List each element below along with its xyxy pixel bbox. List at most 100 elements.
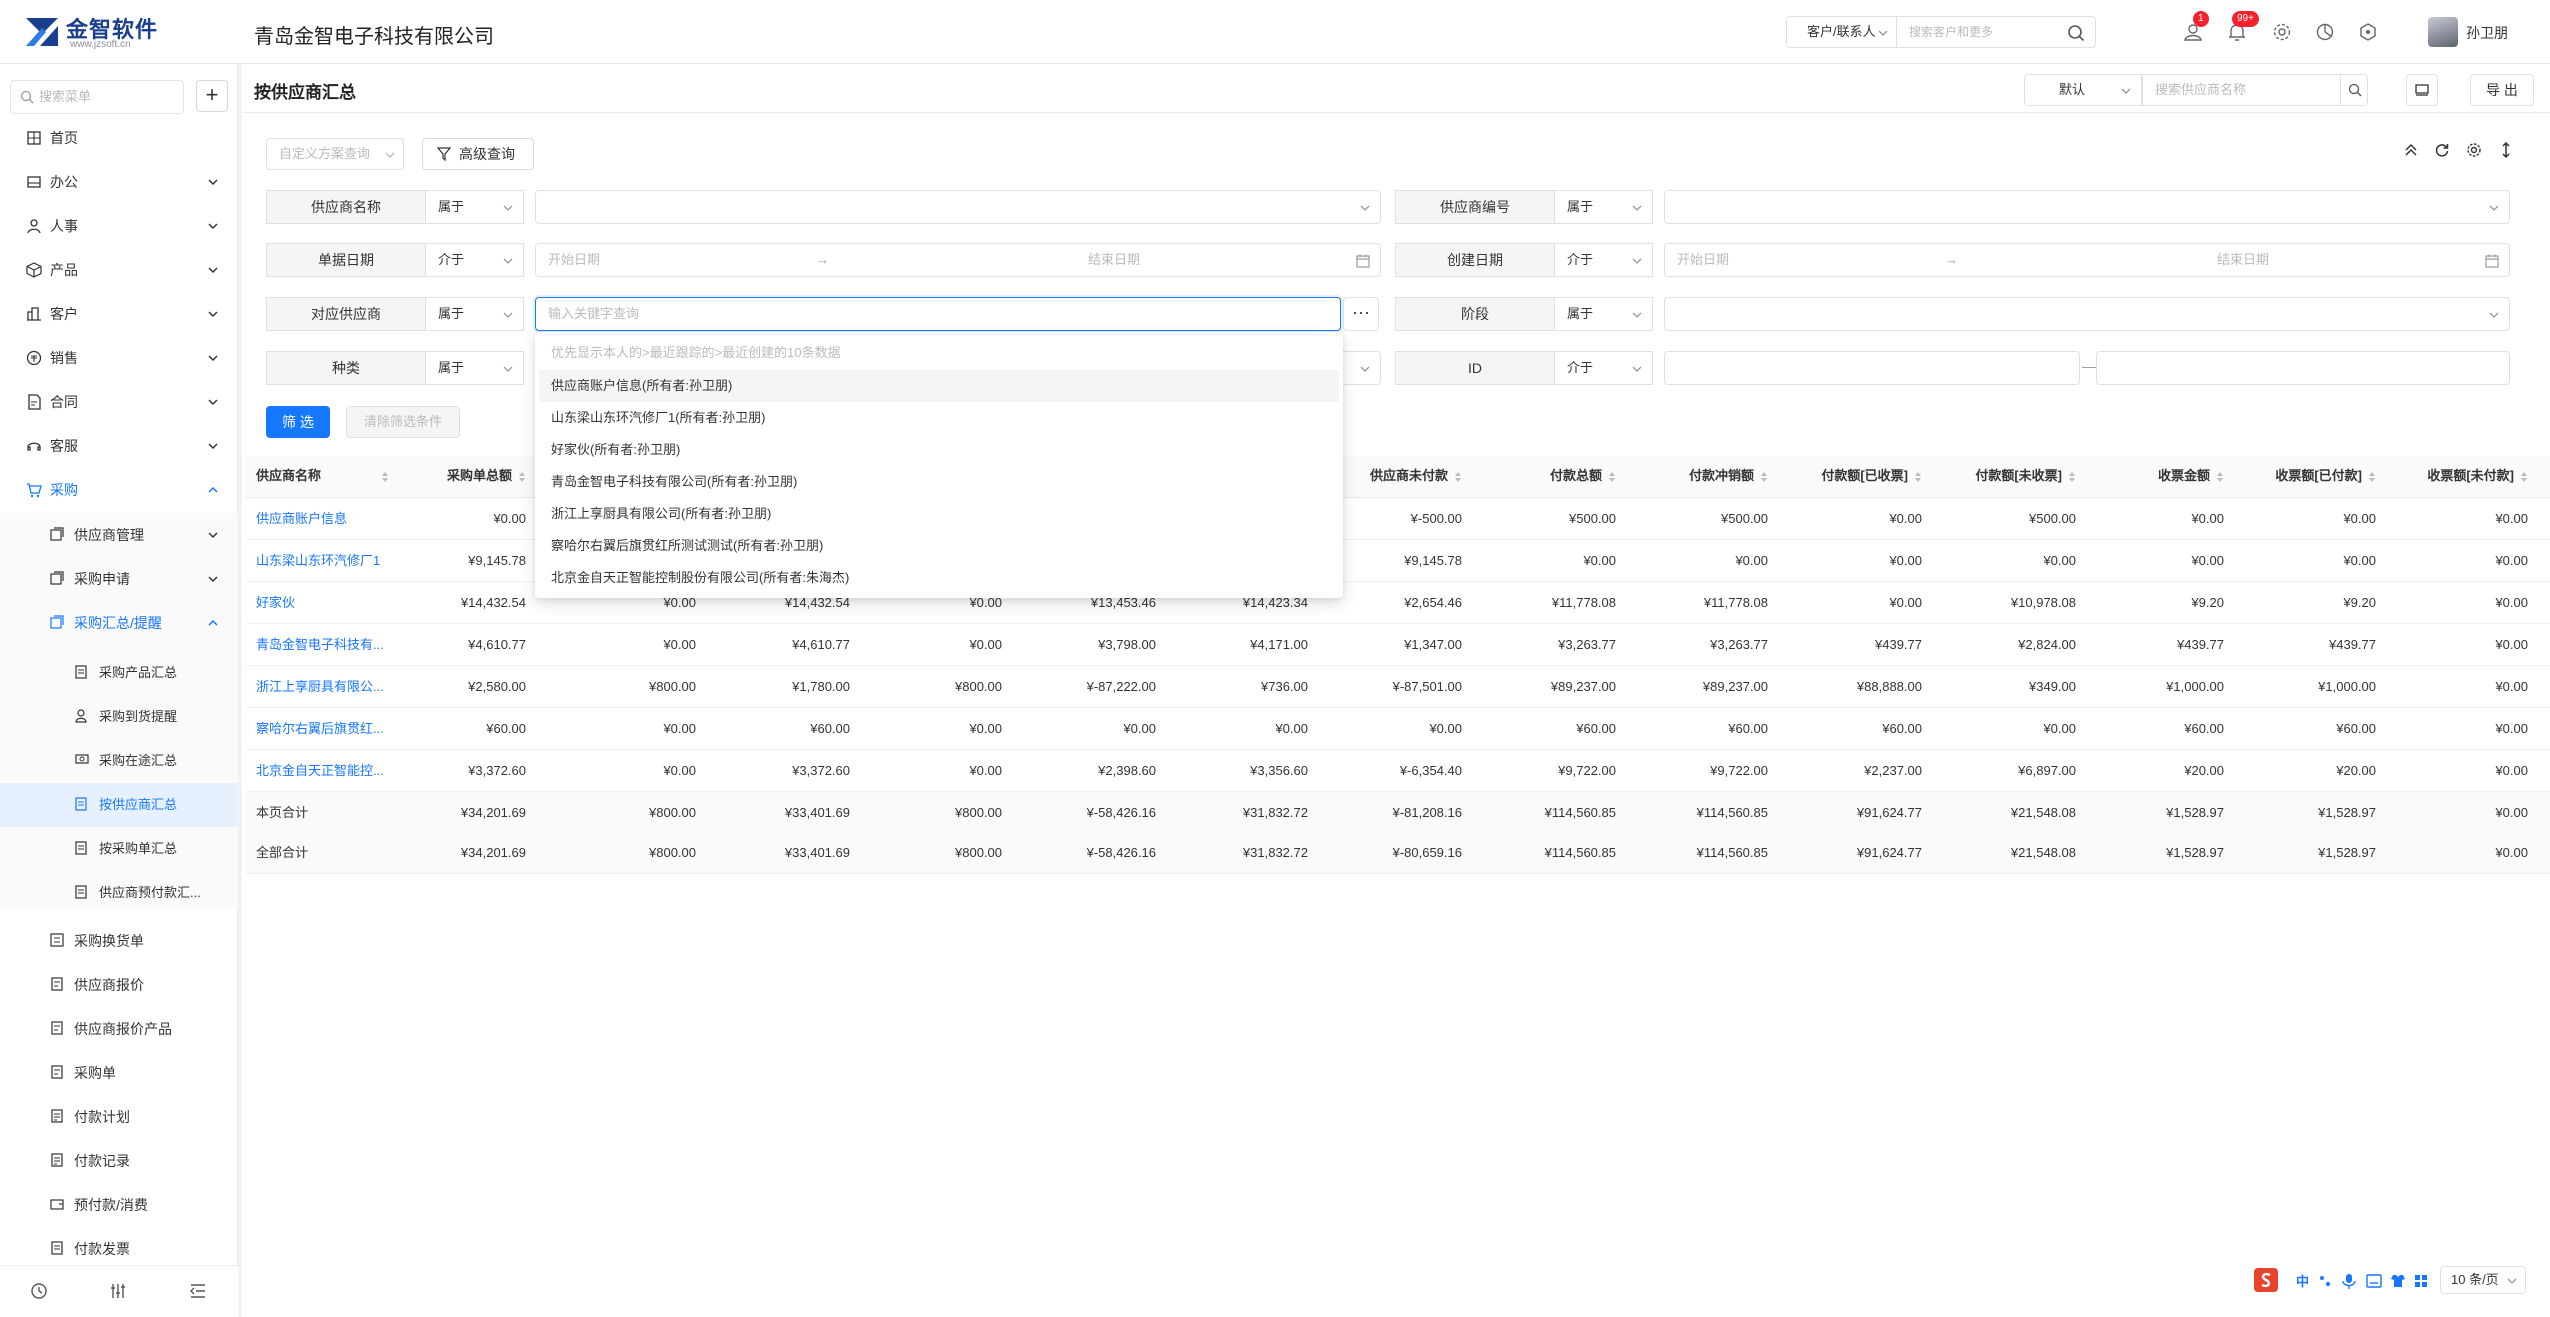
column-header[interactable]: 付款冲销额	[1624, 456, 1776, 496]
sort-icon[interactable]	[2520, 471, 2528, 483]
sidebar-item-supplier-mgmt[interactable]: 供应商管理	[0, 513, 238, 557]
sliders-icon[interactable]	[109, 1282, 127, 1300]
filter-value-supplier-code[interactable]	[1664, 190, 2510, 224]
page-size-select[interactable]: 10 条/页	[2440, 1266, 2526, 1294]
filter-value-supplier-name[interactable]	[535, 190, 1381, 224]
id-max-input[interactable]	[2096, 351, 2510, 385]
sidebar-item-supplier-quote[interactable]: 供应商报价	[0, 963, 238, 1007]
sidebar-item-arrival-reminder[interactable]: 采购到货提醒	[0, 695, 238, 739]
sidebar-item-purchase-request[interactable]: 采购申请	[0, 557, 238, 601]
filter-op-stage[interactable]: 属于	[1555, 297, 1653, 331]
dropdown-option[interactable]: 北京金自天正智能控制股份有限公司(所有者:朱海杰)	[539, 562, 1339, 594]
id-min-input[interactable]	[1664, 351, 2080, 385]
sidebar-item-payment-invoice[interactable]: 付款发票	[0, 1227, 238, 1265]
refresh-icon[interactable]	[2434, 142, 2450, 158]
sidebar-item-prepayment-summary[interactable]: 供应商预付款汇...	[0, 871, 238, 915]
supplier-link[interactable]: 青岛金智电子科技有...	[256, 624, 406, 666]
filter-value-stage[interactable]	[1664, 297, 2510, 331]
sidebar-item-purchase-summary[interactable]: 采购汇总/提醒	[0, 601, 238, 645]
sidebar-item-by-supplier[interactable]: 按供应商汇总	[0, 783, 238, 827]
ime-toolbar[interactable]: 中	[2254, 1266, 2434, 1296]
chart-pie-icon[interactable]	[2315, 22, 2335, 42]
sort-icon[interactable]	[381, 471, 389, 483]
supplier-search-button[interactable]	[2340, 74, 2368, 106]
sidebar-item-product-summary[interactable]: 采购产品汇总	[0, 651, 238, 695]
filter-button[interactable]: 筛 选	[266, 406, 330, 438]
logo[interactable]: 金智软件 www.jzsoft.cn	[22, 12, 172, 52]
dropdown-option[interactable]: 供应商账户信息(所有者:孙卫朋)	[539, 370, 1339, 402]
add-button[interactable]: +	[196, 80, 228, 112]
sidebar-item-hr[interactable]: 人事	[0, 204, 238, 248]
table-row[interactable]: 浙江上享厨具有限公... ¥2,580.00 ¥800.00 ¥1,780.00 ¥80…	[246, 666, 2550, 708]
sidebar-item-quote-product[interactable]: 供应商报价产品	[0, 1007, 238, 1051]
dropdown-option[interactable]: 察哈尔右翼后旗贯红所测试测试(所有者:孙卫朋)	[539, 530, 1339, 562]
sidebar-item-sales[interactable]: 销售	[0, 336, 238, 380]
sidebar-item-product[interactable]: 产品	[0, 248, 238, 292]
clear-filter-button[interactable]: 清除筛选条件	[346, 406, 460, 438]
sidebar-item-contract[interactable]: 合同	[0, 380, 238, 424]
menu-search-input[interactable]: 搜索菜单	[10, 80, 184, 114]
supplier-search-input[interactable]: 搜索供应商名称	[2142, 74, 2340, 106]
sort-icon[interactable]	[1914, 471, 1922, 483]
sort-icon[interactable]	[2368, 471, 2376, 483]
table-row[interactable]: 北京金自天正智能控... ¥3,372.60 ¥0.00 ¥3,372.60 ¥0.00…	[246, 750, 2550, 792]
sidebar-item-purchase-order[interactable]: 采购单	[0, 1051, 238, 1095]
column-header[interactable]: 付款总额	[1470, 456, 1624, 496]
table-row[interactable]: 青岛金智电子科技有... ¥4,610.77 ¥0.00 ¥4,610.77 ¥0.00…	[246, 624, 2550, 666]
sort-icon[interactable]	[1608, 471, 1616, 483]
advanced-query-button[interactable]: 高级查询	[422, 138, 534, 170]
collapse-menu-icon[interactable]	[189, 1282, 207, 1300]
supplier-link[interactable]: 北京金自天正智能控...	[256, 750, 406, 792]
contact-type-select[interactable]: 客户/联系人	[1786, 16, 1896, 48]
sort-icon[interactable]	[1760, 471, 1768, 483]
column-header[interactable]: 收票额[未付款]	[2384, 456, 2536, 496]
sidebar-item-home[interactable]: 首页	[0, 116, 238, 160]
filter-value-create-date[interactable]: 开始日期 → 结束日期	[1664, 243, 2510, 277]
filter-op-doc-date[interactable]: 介于	[426, 243, 524, 277]
sidebar-item-by-order[interactable]: 按采购单汇总	[0, 827, 238, 871]
table-row[interactable]: 察哈尔右翼后旗贯红... ¥60.00 ¥0.00 ¥60.00 ¥0.00 ¥0.00 ¥…	[246, 708, 2550, 750]
start-date-placeholder[interactable]: 开始日期	[548, 252, 600, 267]
custom-plan-select[interactable]: 自定义方案查询	[266, 138, 404, 170]
sidebar-item-in-transit[interactable]: 采购在途汇总	[0, 739, 238, 783]
start-date-placeholder[interactable]: 开始日期	[1677, 252, 1729, 267]
more-options-button[interactable]: ···	[1343, 297, 1379, 331]
settings-icon[interactable]	[2466, 142, 2482, 158]
layout-toggle-button[interactable]	[2406, 74, 2438, 106]
dropdown-option[interactable]: 好家伙(所有者:孙卫朋)	[539, 434, 1339, 466]
column-header[interactable]: 付款额[未收票]	[1930, 456, 2084, 496]
dropdown-option[interactable]: 青岛金智电子科技有限公司(所有者:孙卫朋)	[539, 466, 1339, 498]
history-icon[interactable]	[30, 1282, 48, 1300]
export-button[interactable]: 导 出	[2470, 74, 2534, 106]
help-icon[interactable]	[2358, 22, 2378, 42]
filter-op-supplier-name[interactable]: 属于	[426, 190, 524, 224]
sidebar-item-customer[interactable]: 客户	[0, 292, 238, 336]
filter-op-id[interactable]: 介于	[1555, 351, 1653, 385]
sidebar-item-exchange[interactable]: 采购换货单	[0, 919, 238, 963]
sidebar-item-prepayment[interactable]: 预付款/消费	[0, 1183, 238, 1227]
sort-icon[interactable]	[518, 471, 526, 483]
dropdown-option[interactable]: 山东梁山东环汽修厂1(所有者:孙卫朋)	[539, 402, 1339, 434]
supplier-link[interactable]: 好家伙	[256, 582, 406, 624]
column-header[interactable]: 采购单总额	[406, 456, 534, 496]
gear-icon[interactable]	[2272, 22, 2292, 42]
filter-value-doc-date[interactable]: 开始日期 → 结束日期	[535, 243, 1381, 277]
supplier-link[interactable]: 供应商账户信息	[256, 498, 406, 540]
dropdown-option[interactable]: 浙江上享厨具有限公司(所有者:孙卫朋)	[539, 498, 1339, 530]
column-header[interactable]: 收票额[已付款]	[2232, 456, 2384, 496]
sort-icon[interactable]	[2216, 471, 2224, 483]
supplier-link[interactable]: 察哈尔右翼后旗贯红...	[256, 708, 406, 750]
expand-vertical-icon[interactable]	[2498, 142, 2514, 158]
sidebar-item-payment-plan[interactable]: 付款计划	[0, 1095, 238, 1139]
global-search-input[interactable]: 搜索客户和更多	[1896, 16, 2096, 48]
supplier-link[interactable]: 浙江上享厨具有限公...	[256, 666, 406, 708]
end-date-placeholder[interactable]: 结束日期	[1088, 244, 1140, 276]
filter-op-supplier-code[interactable]: 属于	[1555, 190, 1653, 224]
search-icon[interactable]	[2067, 24, 2085, 42]
view-select[interactable]: 默认	[2024, 74, 2142, 106]
username[interactable]: 孙卫朋	[2466, 23, 2508, 43]
sidebar-item-payment-record[interactable]: 付款记录	[0, 1139, 238, 1183]
sidebar-item-office[interactable]: 办公	[0, 160, 238, 204]
end-date-placeholder[interactable]: 结束日期	[2217, 244, 2269, 276]
filter-op-related-supplier[interactable]: 属于	[426, 297, 524, 331]
